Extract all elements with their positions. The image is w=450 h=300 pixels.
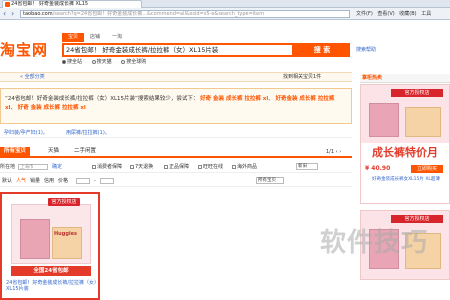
product-card[interactable]: Huggies 官方授权店 全国24省包邮 24省包邮！好奇金装成长裤/拉拉裤（… [0,192,100,300]
sort-price[interactable]: 价格 [58,177,68,186]
address-domain: taobao.com [23,11,53,17]
radio-dot-icon [91,59,96,64]
official-store-badge: 官方授权店 [391,89,443,97]
brand-label: Huggies [54,231,77,237]
sort-popularity[interactable]: 人气 [16,177,26,186]
ad-price: ¥ 40.90 [365,165,391,172]
diaper-pack-image [369,103,399,137]
ad-image: 官方授权店 [361,85,449,143]
tab-second-hand[interactable]: 二手闲置 [70,147,100,156]
condition-select[interactable]: 新旧 [296,163,318,170]
price-range-separator: - [94,178,96,184]
search-tab-etao[interactable]: 一淘 [106,33,128,42]
view-select[interactable]: 所有宝贝 [256,177,284,184]
filter-guarantee[interactable]: 消费者保障 [92,163,122,172]
category-link[interactable]: 孕妇装/孕产妇(1)。 [4,128,48,138]
suggestion-link[interactable]: 好奇 金装 成长裤 拉拉裤 xl [200,96,268,102]
tab-tmall[interactable]: 天猫 [44,147,63,156]
search-button[interactable]: 搜 索 [294,43,350,57]
search-tab-items[interactable]: 宝贝 [62,33,85,42]
forward-arrow-icon[interactable]: › [11,10,19,18]
close-icon[interactable]: × [140,1,141,8]
location-input[interactable]: 上海市 [18,163,48,170]
tab-all-items[interactable]: 所有宝贝 [0,147,31,156]
price-min-input[interactable] [76,177,90,184]
confirm-button[interactable]: 确定 [52,163,62,172]
filter-7day-return[interactable]: 7天退换 [130,163,153,172]
back-arrow-icon[interactable]: ‹ [3,10,11,18]
price-max-input[interactable] [100,177,114,184]
browser-menu: 文件(F) 查看(V) 收藏(B) 工具 [356,10,434,18]
menu-tools[interactable]: 工具 [421,11,431,17]
ad-description-link[interactable]: 好奇金装成长裤女XL15片 XL超薄 [363,177,449,183]
taobao-favicon-icon [5,2,10,7]
checkbox-icon [164,164,168,169]
search-type-tabs: 宝贝 店铺 一淘 [62,33,128,43]
filter-online[interactable]: 旺旺在线 [198,163,223,172]
all-categories-link[interactable]: « 全部分类 [20,73,45,82]
sort-bar: 默认 人气 销量 信用 价格 - 所有宝贝 [0,177,352,187]
sort-default[interactable]: 默认 [2,177,12,186]
search-help-link[interactable]: 搜索帮助 [356,46,376,53]
ad-slogan: 成长裤特价月 [372,146,438,159]
radio-all[interactable]: 搜全站 [62,59,82,65]
search-tab-shops[interactable]: 店铺 [84,33,106,42]
location-label: 所在地 [0,164,16,170]
notice-text: “24省包邮！好奇金装成长裤/拉拉裤（女）XL15片装”搜索结果较少，尝试下： [5,96,199,102]
suggestion-link[interactable]: 好奇 金装 成长裤 拉拉裤 xl [18,105,86,111]
menu-file[interactable]: 文件(F) [356,11,373,17]
checkbox-icon [92,164,96,169]
notice-separator: 、 [268,96,274,102]
official-store-badge: 官方授权店 [48,198,80,206]
filter-row: 所在地 上海市 确定 消费者保障 7天退换 正品保障 旺旺在线 海外商品 新旧 [0,163,352,173]
category-link[interactable]: 用尿裤/拉拉裤(1)。 [66,128,110,138]
search-input[interactable]: 24省包邮！ 好奇金装成长裤/拉拉裤（女）XL15片装 [62,43,294,57]
related-category-links: 孕妇装/孕产妇(1)。 用尿裤/拉拉裤(1)。 [0,128,352,138]
notice-separator: 、 [10,105,16,111]
result-count: 找到相关宝贝1件 [283,74,322,80]
diaper-pack-image [20,219,50,259]
free-shipping-banner: 全国24省包邮 [11,266,91,276]
few-results-notice: “24省包邮！好奇金装成长裤/拉拉裤（女）XL15片装”搜索结果较少，尝试下： … [0,88,352,124]
ad-banner[interactable]: 官方授权店 成长裤特价月 ¥ 40.90 立即购买 好奇金装成长裤女XL15片 … [360,84,450,204]
taobao-logo[interactable]: 淘宝网 [0,40,48,60]
category-bar: « 全部分类 找到相关宝贝1件 [0,72,352,82]
filter-overseas[interactable]: 海外商品 [232,163,257,172]
menu-view[interactable]: 查看(V) [377,11,394,17]
result-tabs: 所有宝贝 天猫 二手闲置 1/1 ‹ › [0,147,352,158]
radio-global[interactable]: 搜全球购 [121,59,146,65]
sort-sales[interactable]: 销量 [30,177,40,186]
address-path: /search?q=24省包邮！好奇金装成长裤...&commend=all&s… [52,11,265,17]
radio-dot-icon [121,59,126,64]
menu-favorites[interactable]: 收藏(B) [399,11,416,17]
buy-now-button[interactable]: 立即购买 [411,165,443,173]
checkbox-icon [232,164,236,169]
sort-credit[interactable]: 信用 [44,177,54,186]
address-bar[interactable]: taobao.com/search?q=24省包邮！好奇金装成长裤...&com… [20,10,350,18]
checkbox-icon [198,164,202,169]
browser-tab[interactable]: 24省包邮！ 好奇金装成长裤 XL15 × [2,0,142,8]
radio-tmall[interactable]: 搜天猫 [91,59,112,65]
browser-tab-bar: 24省包邮！ 好奇金装成长裤 XL15 × [0,0,450,8]
radio-dot-icon [62,59,66,64]
pager[interactable]: 1/1 ‹ › [326,148,341,156]
filter-genuine[interactable]: 正品保障 [164,163,189,172]
browser-toolbar: ‹ › taobao.com/search?q=24省包邮！好奇金装成长裤...… [0,8,450,20]
ads-heading: 掌柜热卖 [360,74,450,83]
search-scope-radios: 搜全站 搜天猫 搜全球购 [62,59,154,65]
watermark: 软件技巧 [320,228,429,258]
product-title-link[interactable]: 24省包邮！好奇金装成长裤/拉拉裤（女）XL15片装 [6,280,98,292]
product-image[interactable]: Huggies [11,204,91,264]
diaper-pack-image [405,107,441,137]
checkbox-icon [130,164,134,169]
tab-title: 24省包邮！ 好奇金装成长裤 XL15 [11,1,89,7]
